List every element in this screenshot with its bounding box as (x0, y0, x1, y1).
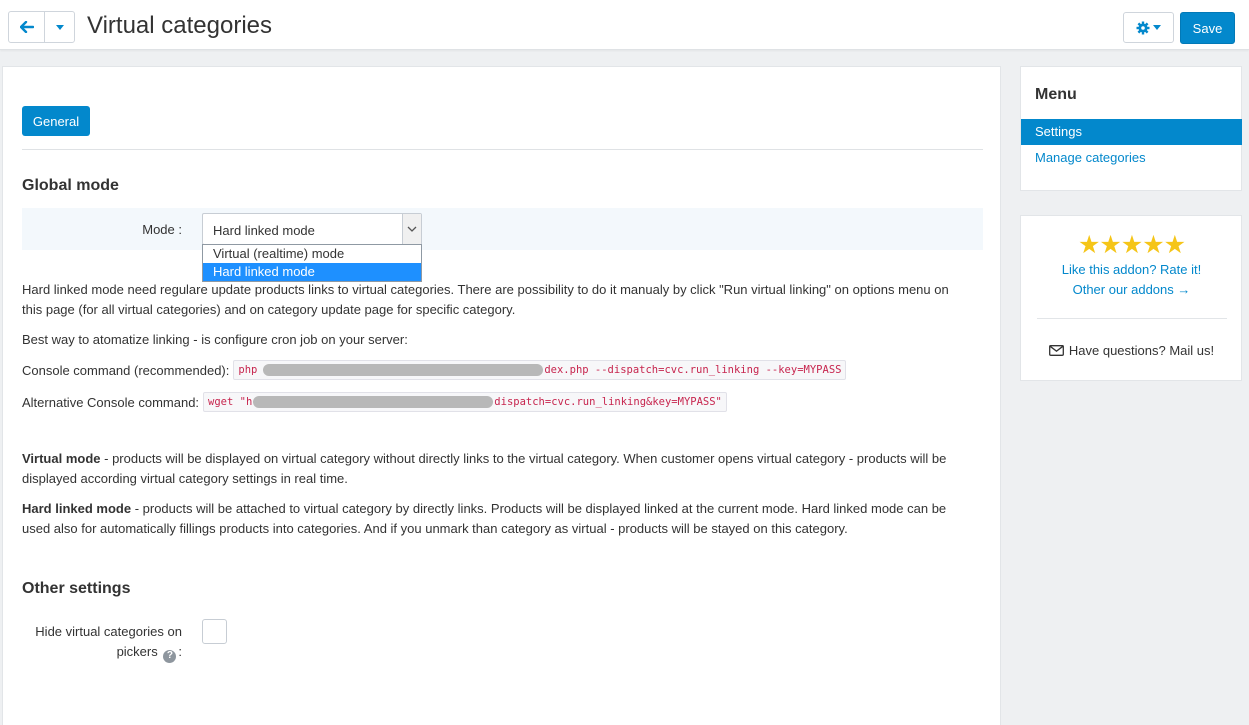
other-addons-link[interactable]: Other our addons → (1021, 282, 1242, 297)
tab-general[interactable]: General (22, 106, 90, 136)
sidebar-item-settings[interactable]: Settings (1021, 119, 1242, 145)
back-button-group (8, 11, 75, 43)
hide-categories-checkbox[interactable] (202, 619, 227, 644)
alt-command-code: wget "h dispatch=cvc.run_linking&key=MYP… (203, 392, 727, 412)
main-panel: General Global mode Mode : Hard linked m… (2, 66, 1001, 725)
caret-down-icon (55, 24, 64, 30)
hard-mode-title: Hard linked mode (22, 501, 132, 516)
gear-icon (1136, 21, 1150, 34)
sidebar-item-manage-categories[interactable]: Manage categories (1021, 145, 1242, 171)
virtual-mode-description: Virtual mode - products will be displaye… (22, 449, 972, 489)
hide-categories-label: Hide virtual categories on pickers ?: (22, 622, 182, 663)
rate-addon-link[interactable]: Like this addon? Rate it! (1021, 262, 1242, 277)
console-command-row: Console command (recommended): php dex.p… (22, 360, 847, 380)
settings-dropdown-button[interactable] (1123, 12, 1174, 43)
arrow-left-icon (19, 21, 34, 33)
select-arrow-icon (402, 214, 421, 244)
back-history-dropdown-button[interactable] (45, 12, 74, 42)
mail-us-text: Have questions? Mail us! (1068, 343, 1215, 358)
envelope-icon (1048, 345, 1064, 356)
label-colon: : (178, 644, 182, 659)
alt-command-label: Alternative Console command: (22, 394, 200, 410)
rating-stars-icon[interactable]: ★★★★★ (1021, 230, 1242, 260)
mode-label: Mode : (142, 222, 182, 237)
hard-linked-description: Hard linked mode need regulare update pr… (22, 282, 949, 317)
console-command-code: php dex.php --dispatch=cvc.run_linking -… (233, 360, 847, 380)
alt-command-end: dispatch=cvc.run_linking&key=MYPASS" (494, 396, 722, 408)
console-command-start: php (238, 364, 258, 376)
page-title: Virtual categories (87, 12, 272, 39)
cron-hint: Best way to atomatize linking - is confi… (22, 332, 408, 347)
hide-categories-label-text: Hide virtual categories on pickers (35, 624, 182, 659)
mode-dropdown-list: Virtual (realtime) mode Hard linked mode (202, 244, 422, 282)
virtual-mode-title: Virtual mode (22, 451, 101, 466)
mode-select-value: Hard linked mode (213, 223, 315, 238)
console-command-end: dex.php --dispatch=cvc.run_linking --key… (544, 364, 842, 376)
back-button[interactable] (9, 12, 45, 42)
caret-down-icon (1153, 25, 1161, 30)
sidebar-menu: Menu Settings Manage categories (1020, 66, 1242, 191)
save-button[interactable]: Save (1180, 12, 1235, 44)
help-icon[interactable]: ? (163, 649, 177, 663)
mode-row: Mode : Hard linked mode (22, 208, 983, 250)
global-mode-heading: Global mode (22, 177, 119, 194)
mode-option-virtual[interactable]: Virtual (realtime) mode (203, 245, 421, 263)
other-settings-heading: Other settings (22, 580, 131, 597)
menu-title: Menu (1035, 86, 1077, 103)
console-command-label: Console command (recommended): (22, 362, 230, 378)
virtual-mode-text: - products will be displayed on virtual … (22, 451, 947, 486)
redacted-url (253, 396, 494, 408)
top-bar: Virtual categories Save (0, 0, 1249, 50)
hard-mode-description: Hard linked mode - products will be atta… (22, 499, 972, 539)
mode-select[interactable]: Hard linked mode (202, 213, 422, 245)
hard-mode-text: - products will be attached to virtual c… (22, 501, 947, 536)
addon-promo-box: ★★★★★ Like this addon? Rate it! Other ou… (1020, 215, 1242, 381)
addon-divider (1037, 318, 1227, 319)
alt-command-row: Alternative Console command: wget "h dis… (22, 392, 727, 412)
tabs-divider (22, 149, 983, 150)
redacted-path (263, 364, 544, 376)
alt-command-start: wget "h (208, 396, 253, 408)
mail-us-link[interactable]: Have questions? Mail us! (1021, 343, 1242, 358)
mode-option-hard-linked[interactable]: Hard linked mode (203, 263, 421, 281)
